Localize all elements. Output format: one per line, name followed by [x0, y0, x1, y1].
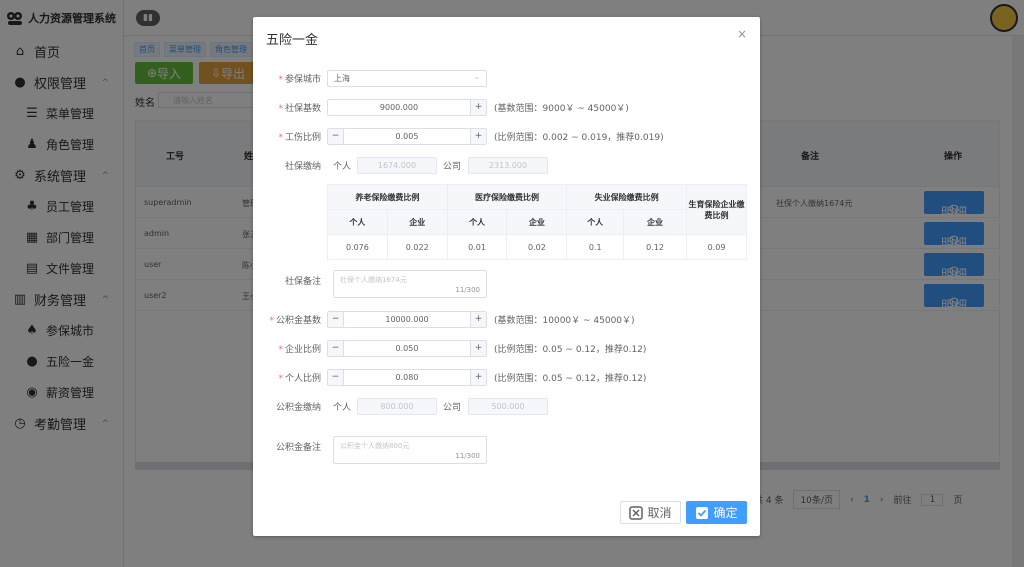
personal-rate-input[interactable]: − 0.080 + [327, 368, 487, 386]
increment-button[interactable]: + [470, 128, 486, 144]
social-note-textarea[interactable]: 社保个人缴纳1674元 11/300 [333, 270, 487, 298]
rate-cell: 0.12 [623, 234, 687, 260]
rate-cell: 0.01 [446, 234, 508, 260]
increment-button[interactable]: + [470, 369, 486, 385]
rate-table-group-row: 养老保险缴费比例 医疗保险缴费比例 失业保险缴费比例 生育保险企业缴费比例 [327, 184, 747, 235]
rate-sub-header: 企业 [506, 209, 568, 235]
fund-base-input[interactable]: − 10000.000 + [327, 310, 487, 328]
cancel-icon [629, 505, 644, 520]
decrement-button[interactable]: − [328, 311, 344, 327]
confirm-label: 确定 [713, 506, 738, 520]
city-row: * 参保城市 上海 ⌄ [253, 69, 760, 87]
social-note-text: 社保个人缴纳1674元 [340, 276, 407, 284]
rate-cell: 0.09 [686, 234, 747, 260]
rate-sub-header: 个人 [327, 209, 388, 235]
company-rate-hint: (比例范围：0.05 ~ 0.12，推荐0.12) [494, 344, 647, 355]
city-select[interactable]: 上海 ⌄ [327, 69, 487, 87]
rate-sub-header: 企业 [386, 209, 448, 235]
social-base-row: * 社保基数 9000.000 + (基数范围：9000￥ ~ 45000￥) [253, 98, 760, 116]
check-icon [695, 506, 709, 520]
social-pay-row: 社保缴纳 个人 1674.000 公司 2313.000 [253, 156, 760, 174]
rate-table: 养老保险缴费比例 医疗保险缴费比例 失业保险缴费比例 生育保险企业缴费比例 个人… [327, 184, 747, 260]
fund-note-textarea[interactable]: 公积金个人缴纳800元 11/300 [333, 436, 487, 464]
increment-button[interactable]: + [470, 311, 486, 327]
injury-rate-hint: (比例范围：0.002 ~ 0.019，推荐0.019) [494, 132, 664, 143]
fund-base-row: * 公积金基数 − 10000.000 + (基数范围：10000￥ ~ 4500… [253, 310, 760, 328]
company-rate-label: * 企业比例 [278, 344, 321, 355]
injury-rate-input[interactable]: − 0.005 + [327, 127, 487, 145]
dialog-title: 五险一金 [266, 33, 319, 48]
company-rate-row: * 企业比例 − 0.050 + (比例范围：0.05 ~ 0.12，推荐0.12… [253, 339, 760, 357]
rate-table-value-row: 0.076 0.022 0.01 0.02 0.1 0.12 0.09 [327, 234, 747, 260]
fund-note-text: 公积金个人缴纳800元 [340, 442, 410, 450]
increment-button[interactable]: + [470, 99, 486, 115]
personal-rate-label: * 个人比例 [278, 373, 321, 384]
fund-company-input[interactable]: 500.000 [468, 397, 548, 415]
fund-base-value: 10000.000 [385, 314, 429, 324]
social-base-value: 9000.000 [379, 102, 419, 112]
cancel-button[interactable]: 取消 [620, 501, 681, 524]
rate-cell: 0.022 [386, 234, 448, 260]
rate-table-sub-row: 个人 企业 个人 企业 个人 企业 [327, 209, 747, 235]
fund-company-label: 公司 [443, 402, 462, 413]
city-value: 上海 [334, 73, 350, 83]
social-base-hint: (基数范围：9000￥ ~ 45000￥) [494, 103, 629, 114]
increment-button[interactable]: + [470, 340, 486, 356]
fund-base-label: * 公积金基数 [269, 315, 321, 326]
fund-pay-label: 公积金缴纳 [275, 402, 321, 413]
decrement-button[interactable]: − [328, 369, 344, 385]
personal-rate-hint: (比例范围：0.05 ~ 0.12，推荐0.12) [494, 373, 647, 384]
injury-rate-row: * 工伤比例 − 0.005 + (比例范围：0.002 ~ 0.019，推荐0.… [253, 127, 760, 145]
chevron-down-icon: ⌄ [473, 71, 480, 81]
social-company-label: 公司 [443, 161, 462, 172]
personal-rate-value: 0.080 [395, 372, 419, 382]
social-insurance-dialog: 五险一金 × * 参保城市 上海 ⌄ * 社保基数 9000.000 + (基数范围：… [253, 17, 760, 536]
decrement-button[interactable]: − [328, 340, 344, 356]
fund-personal-input[interactable]: 800.000 [357, 397, 437, 415]
social-company-input[interactable]: 2313.000 [468, 156, 548, 174]
rate-group-header: 失业保险缴费比例 [566, 184, 687, 210]
rate-cell: 0.02 [506, 234, 568, 260]
social-note-count: 11/300 [455, 286, 480, 294]
fund-base-hint: (基数范围：10000￥ ~ 45000￥) [494, 315, 635, 326]
confirm-button[interactable]: 确定 [686, 501, 747, 524]
rate-sub-header: 个人 [566, 209, 625, 235]
personal-rate-row: * 个人比例 − 0.080 + (比例范围：0.05 ~ 0.12，推荐0.12… [253, 368, 760, 386]
social-personal-label: 个人 [333, 161, 352, 172]
fund-personal-label: 个人 [333, 402, 352, 413]
injury-rate-value: 0.005 [395, 131, 419, 141]
social-note-label: 社保备注 [284, 276, 321, 287]
rate-sub-header: 个人 [446, 209, 508, 235]
cancel-label: 取消 [647, 506, 672, 520]
company-rate-input[interactable]: − 0.050 + [327, 339, 487, 357]
rate-cell: 0.1 [566, 234, 625, 260]
fund-note-label: 公积金备注 [275, 442, 321, 453]
company-rate-value: 0.050 [395, 343, 419, 353]
social-base-label: * 社保基数 [278, 103, 321, 114]
injury-rate-label: * 工伤比例 [278, 132, 321, 143]
social-note-row: 社保备注 [253, 271, 760, 289]
social-pay-label: 社保缴纳 [284, 161, 321, 172]
social-personal-input[interactable]: 1674.000 [357, 156, 437, 174]
rate-group-header: 生育保险企业缴费比例 [686, 184, 747, 235]
city-label: * 参保城市 [278, 74, 321, 85]
rate-cell: 0.076 [327, 234, 388, 260]
fund-note-count: 11/300 [455, 452, 480, 460]
fund-pay-row: 公积金缴纳 个人 800.000 公司 500.000 [253, 397, 760, 415]
social-base-input[interactable]: 9000.000 + [327, 98, 487, 116]
rate-group-header: 医疗保险缴费比例 [446, 184, 568, 210]
decrement-button[interactable]: − [328, 128, 344, 144]
rate-group-header: 养老保险缴费比例 [327, 184, 448, 210]
rate-sub-header: 企业 [623, 209, 687, 235]
close-icon[interactable]: × [737, 27, 747, 41]
fund-note-row: 公积金备注 [253, 437, 760, 455]
